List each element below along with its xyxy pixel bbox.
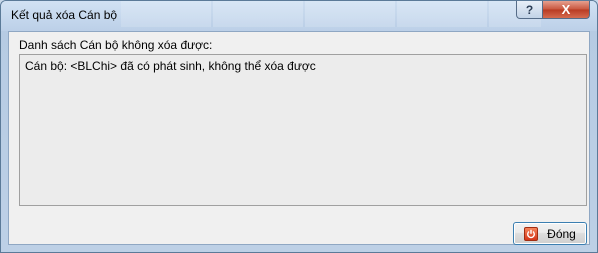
content-panel: Danh sách Cán bộ không xóa được: Cán bộ:… <box>8 31 590 245</box>
list-label: Danh sách Cán bộ không xóa được: <box>19 38 213 52</box>
close-dialog-label: Đóng <box>547 226 576 241</box>
background-ghost <box>121 1 541 27</box>
dialog-window: Kết quả xóa Cán bộ ? X Danh sách Cán bộ … <box>0 0 598 253</box>
close-dialog-button[interactable]: Đóng <box>513 222 587 245</box>
message-item: Cán bộ: <BLChi> đã có phát sinh, không t… <box>25 59 316 73</box>
help-icon: ? <box>525 2 534 17</box>
window-title: Kết quả xóa Cán bộ <box>11 8 118 22</box>
power-icon <box>524 226 539 241</box>
close-icon: X <box>561 2 571 17</box>
message-list[interactable]: Cán bộ: <BLChi> đã có phát sinh, không t… <box>19 54 587 206</box>
help-button[interactable]: ? <box>516 1 543 19</box>
window-close-button[interactable]: X <box>542 1 590 19</box>
title-bar[interactable]: Kết quả xóa Cán bộ ? X <box>1 1 597 31</box>
